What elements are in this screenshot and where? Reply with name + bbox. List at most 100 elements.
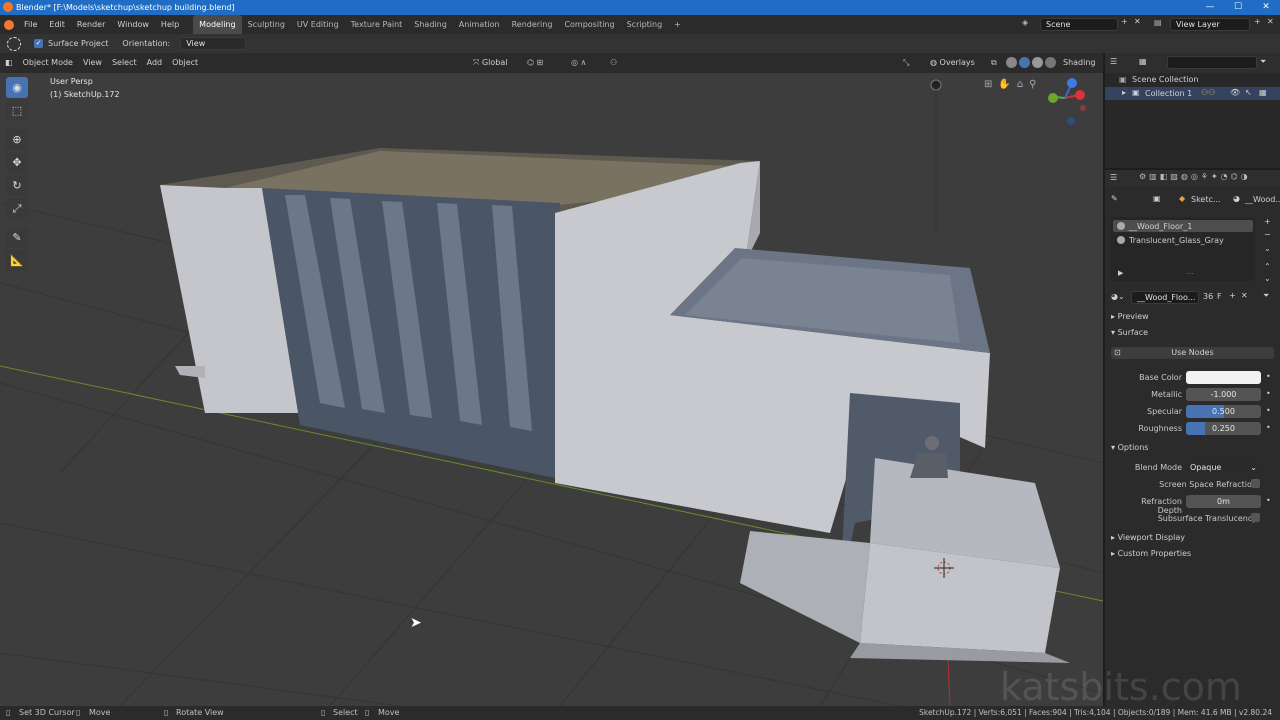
- view-layer-selector[interactable]: View Layer: [1170, 18, 1250, 31]
- keyframe-dot-icon[interactable]: •: [1266, 496, 1271, 505]
- snap-icon[interactable]: ⌬ ⊞: [522, 53, 548, 73]
- editor-type-icon[interactable]: ◧: [0, 53, 18, 73]
- transform-orientation-dropdown[interactable]: ⤧ Global: [468, 53, 512, 73]
- section-surface[interactable]: ▾ Surface: [1111, 328, 1148, 337]
- outliner-search-input[interactable]: [1167, 56, 1257, 69]
- move-tool-icon[interactable]: ✥: [6, 152, 28, 173]
- solid-shading-icon[interactable]: [1019, 57, 1030, 68]
- xray-toggle-icon[interactable]: ⧉: [986, 53, 1002, 73]
- building-model[interactable]: [160, 148, 1070, 663]
- material-slot-name-2[interactable]: Translucent_Glass_Gray: [1129, 236, 1224, 245]
- use-nodes-button[interactable]: ⊡ Use Nodes: [1111, 347, 1274, 359]
- gizmo-y-icon[interactable]: [1048, 93, 1058, 103]
- scene-collection-label[interactable]: Scene Collection: [1132, 75, 1199, 84]
- filter-icon[interactable]: ⏷: [1260, 57, 1266, 67]
- material-shading-icon[interactable]: [1032, 57, 1043, 68]
- properties-tab-icons[interactable]: ⚙▥◧▨◍◎⚘✦◔⌬◑: [1139, 172, 1251, 181]
- base-color-swatch[interactable]: [1186, 371, 1261, 384]
- gizmo-toggle-icon[interactable]: ⤡: [898, 53, 914, 73]
- close-button[interactable]: ✕: [1252, 0, 1280, 15]
- remove-slot-button[interactable]: −: [1264, 230, 1271, 239]
- keyframe-dot-icon[interactable]: •: [1266, 423, 1271, 432]
- metallic-slider[interactable]: -1.000: [1186, 388, 1261, 401]
- unlink-material-button[interactable]: ✕: [1241, 291, 1248, 300]
- ssr-checkbox[interactable]: [1251, 479, 1260, 488]
- menu-help[interactable]: Help: [155, 15, 185, 34]
- material-browse-icon[interactable]: ◕⌄: [1111, 292, 1125, 301]
- viewport-scene[interactable]: [0, 53, 1103, 706]
- section-options[interactable]: ▾ Options: [1111, 443, 1148, 452]
- gizmo-x-icon[interactable]: [1075, 90, 1085, 100]
- delete-scene-button[interactable]: ✕: [1134, 17, 1141, 26]
- add-slot-button[interactable]: +: [1264, 217, 1271, 226]
- slot-specials-icon[interactable]: ⌄: [1264, 244, 1271, 253]
- visibility-eye-icon[interactable]: 👁: [1230, 88, 1240, 97]
- blend-mode-dropdown[interactable]: Opaque ⌄: [1186, 461, 1261, 474]
- expand-arrow-icon[interactable]: ▸: [1122, 88, 1126, 97]
- material-slot-list[interactable]: __Wood_Floor_1 Translucent_Glass_Gray ▶ …: [1111, 217, 1255, 281]
- delete-view-layer-button[interactable]: ✕: [1267, 17, 1274, 26]
- material-slot-name-1[interactable]: __Wood_Floor_1: [1129, 222, 1192, 231]
- tab-rendering[interactable]: Rendering: [506, 15, 559, 34]
- material-name-field[interactable]: __Wood_Floo...: [1131, 291, 1199, 304]
- menu-select[interactable]: Select: [107, 53, 142, 73]
- breadcrumb-object[interactable]: Sketc...: [1191, 195, 1221, 204]
- menu-view[interactable]: View: [78, 53, 107, 73]
- minimize-button[interactable]: —: [1196, 0, 1224, 15]
- select-box-tool-icon[interactable]: ⬚: [6, 100, 28, 121]
- viewport-nav-buttons[interactable]: ⊞✋⌂⚲: [984, 79, 1043, 90]
- new-material-button[interactable]: +: [1229, 291, 1236, 300]
- collection-label[interactable]: Collection 1: [1145, 89, 1192, 98]
- gizmo-neg-z-icon[interactable]: [1067, 117, 1075, 125]
- tab-sculpting[interactable]: Sculpting: [242, 15, 291, 34]
- measure-tool-icon[interactable]: 📐: [6, 250, 28, 271]
- gizmo-neg-x-icon[interactable]: [1080, 105, 1086, 111]
- overlays-dropdown[interactable]: ◍ Overlays: [925, 53, 980, 73]
- specular-slider[interactable]: 0.500: [1186, 405, 1261, 418]
- material-filter-icon[interactable]: ⏷: [1263, 291, 1269, 301]
- keyframe-dot-icon[interactable]: •: [1266, 389, 1271, 398]
- menu-add[interactable]: Add: [142, 53, 168, 73]
- play-icon[interactable]: ▶: [1118, 269, 1123, 277]
- tab-scripting[interactable]: Scripting: [621, 15, 669, 34]
- disable-render-icon[interactable]: ▦: [1259, 88, 1267, 97]
- material-slot-active[interactable]: __Wood_Floor_1: [1113, 220, 1253, 232]
- tab-modeling[interactable]: Modeling: [193, 15, 242, 34]
- new-scene-button[interactable]: +: [1121, 17, 1128, 26]
- selectable-arrow-icon[interactable]: ↖: [1245, 88, 1252, 97]
- cursor-tool-button-icon[interactable]: ⊕: [6, 129, 28, 150]
- navigation-gizmo[interactable]: [1048, 78, 1086, 125]
- menu-edit[interactable]: Edit: [43, 15, 71, 34]
- move-slot-down-icon[interactable]: ⌄: [1264, 274, 1271, 283]
- section-preview[interactable]: ▸ Preview: [1111, 312, 1149, 321]
- scale-tool-icon[interactable]: ⤢: [6, 198, 28, 219]
- menu-object[interactable]: Object: [167, 53, 203, 73]
- pin-icon[interactable]: ✎: [1111, 194, 1118, 203]
- tab-shading[interactable]: Shading: [408, 15, 453, 34]
- scene-selector[interactable]: Scene: [1040, 18, 1118, 31]
- tab-animation[interactable]: Animation: [453, 15, 506, 34]
- outliner-editor-icon[interactable]: ☰: [1110, 57, 1117, 66]
- display-mode-icon[interactable]: ▦: [1139, 57, 1147, 66]
- fake-user-button[interactable]: F: [1217, 292, 1222, 301]
- gizmo-z-icon[interactable]: [1067, 78, 1077, 88]
- rotate-tool-icon[interactable]: ↻: [6, 175, 28, 196]
- keyframe-dot-icon[interactable]: •: [1266, 372, 1271, 381]
- properties-editor-icon[interactable]: ☰: [1110, 173, 1117, 182]
- wireframe-shading-icon[interactable]: [1006, 57, 1017, 68]
- orientation-dropdown[interactable]: View: [180, 37, 247, 50]
- tab-uv-editing[interactable]: UV Editing: [291, 15, 345, 34]
- roughness-slider[interactable]: 0.250: [1186, 422, 1261, 435]
- move-slot-up-icon[interactable]: ⌃: [1264, 262, 1271, 271]
- annotate-tool-icon[interactable]: ✎: [6, 227, 28, 248]
- tab-compositing[interactable]: Compositing: [558, 15, 620, 34]
- menu-render[interactable]: Render: [71, 15, 111, 34]
- 3d-viewport[interactable]: ◧ Object Mode View Select Add Object ⤧ G…: [0, 53, 1103, 706]
- resize-handle-icon[interactable]: ⋯: [1186, 269, 1194, 278]
- new-view-layer-button[interactable]: +: [1254, 17, 1261, 26]
- rendered-shading-icon[interactable]: [1045, 57, 1056, 68]
- sss-checkbox[interactable]: [1251, 513, 1260, 522]
- tab-texture-paint[interactable]: Texture Paint: [345, 15, 409, 34]
- section-custom-properties[interactable]: ▸ Custom Properties: [1111, 549, 1191, 558]
- user-count[interactable]: 36: [1203, 292, 1213, 301]
